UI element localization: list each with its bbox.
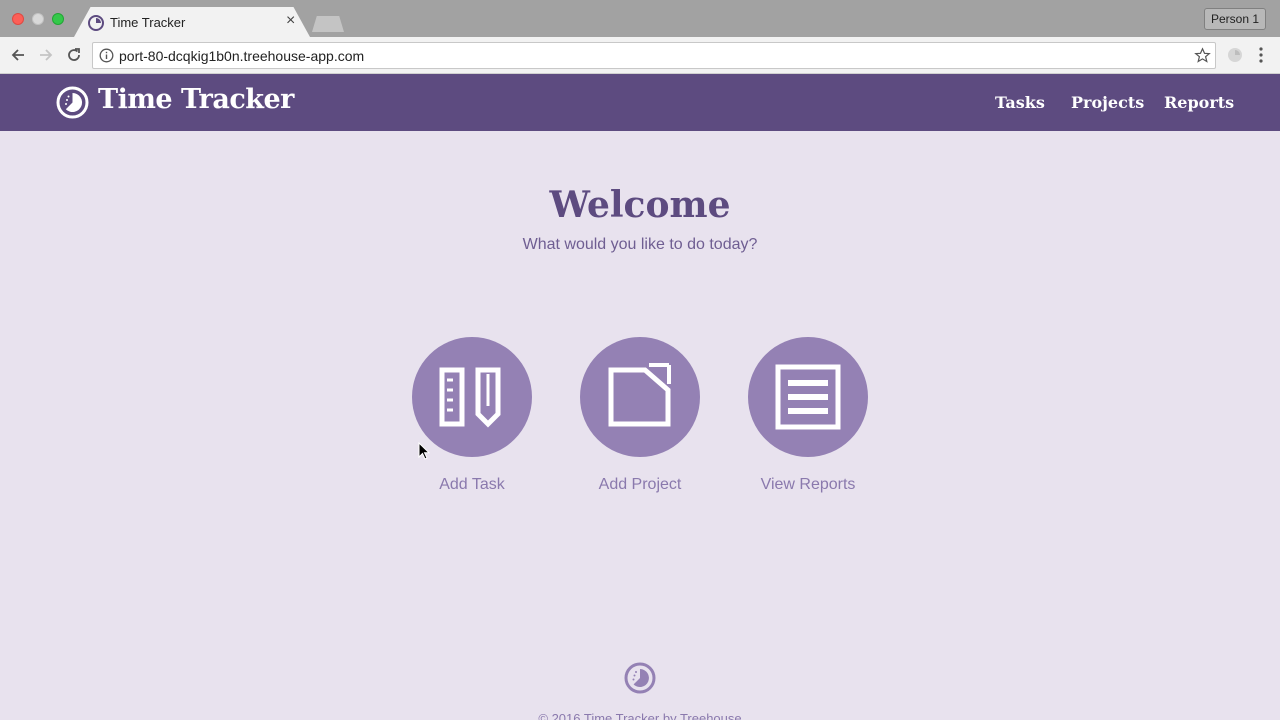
page-title: Welcome [549, 184, 731, 226]
tab-title: Time Tracker [110, 15, 186, 30]
document-lines-icon [775, 364, 841, 430]
browser-toolbar: port-80-dcqkig1b0n.treehouse-app.com [0, 37, 1280, 74]
mouse-cursor-icon [418, 442, 430, 460]
tab-close-icon[interactable]: × [286, 12, 295, 30]
add-task-label[interactable]: Add Task [397, 476, 547, 494]
folder-icon [608, 363, 671, 427]
url-text[interactable]: port-80-dcqkig1b0n.treehouse-app.com [119, 48, 364, 64]
profile-button[interactable]: Person 1 [1203, 8, 1266, 30]
window-minimize-button[interactable] [32, 13, 44, 25]
add-project-button[interactable]: Add Project [565, 337, 715, 494]
nav-reports-link[interactable]: Reports [1164, 93, 1234, 112]
brand-title[interactable]: Time Tracker [98, 84, 294, 115]
extension-icon[interactable] [1226, 46, 1244, 64]
reload-icon[interactable] [65, 46, 83, 64]
footer-clock-icon [624, 662, 656, 694]
view-reports-button[interactable]: View Reports [733, 337, 883, 494]
window-close-button[interactable] [12, 13, 24, 25]
add-task-circle[interactable] [412, 337, 532, 457]
browser-tab-strip: Time Tracker × Person 1 [0, 0, 1280, 37]
footer-copyright: © 2016 Time Tracker by Treehouse [538, 711, 742, 720]
window-maximize-button[interactable] [52, 13, 64, 25]
address-bar[interactable]: port-80-dcqkig1b0n.treehouse-app.com [92, 42, 1216, 69]
view-reports-label[interactable]: View Reports [733, 476, 883, 494]
page-subtitle: What would you like to do today? [522, 236, 758, 253]
view-reports-circle[interactable] [748, 337, 868, 457]
info-icon[interactable] [99, 48, 114, 63]
clock-logo-icon[interactable] [56, 86, 89, 119]
nav-projects-link[interactable]: Projects [1071, 93, 1144, 112]
app-header: Time Tracker Tasks Projects Reports [0, 74, 1280, 131]
new-tab-button[interactable] [312, 16, 344, 32]
browser-menu-icon[interactable] [1254, 46, 1268, 64]
back-arrow-icon[interactable] [9, 46, 27, 64]
ruler-pencil-icon [439, 367, 501, 428]
add-task-button[interactable]: Add Task [397, 337, 547, 494]
forward-arrow-icon[interactable] [37, 46, 55, 64]
add-project-circle[interactable] [580, 337, 700, 457]
nav-tasks-link[interactable]: Tasks [995, 93, 1045, 112]
clock-favicon-icon [88, 15, 104, 31]
bookmark-star-icon[interactable] [1194, 47, 1211, 64]
add-project-label[interactable]: Add Project [565, 476, 715, 494]
